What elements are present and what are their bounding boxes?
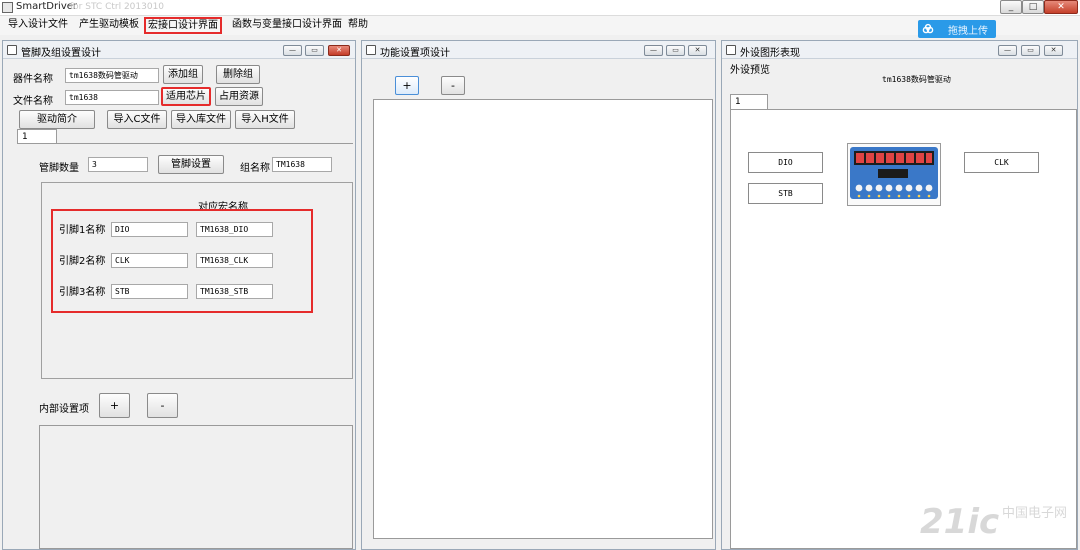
pin-group-panel: 管脚及组设置设计 — ▭ ✕ 器件名称 tm1638数码管驱动 添加组 删除组 … — [2, 40, 356, 550]
upload-label: 拖拽上传 — [948, 26, 988, 37]
tab-1[interactable]: 1 — [17, 129, 57, 144]
panel-close-button[interactable]: ✕ — [1044, 45, 1063, 56]
apply-chip-button[interactable]: 适用芯片 — [161, 87, 211, 106]
pin-dio-box[interactable]: DIO — [748, 152, 823, 173]
import-h-button[interactable]: 导入H文件 — [235, 110, 295, 129]
add-function-button[interactable]: + — [395, 76, 419, 95]
pin-2-macro-input[interactable]: TM1638_CLK — [196, 253, 273, 268]
file-name-input[interactable]: tm1638 — [65, 90, 159, 105]
pin-3-macro-input[interactable]: TM1638_STB — [196, 284, 273, 299]
driver-intro-button[interactable]: 驱动简介 — [19, 110, 95, 129]
pin-2-label: 引脚2名称 — [59, 256, 106, 267]
maximize-button[interactable]: □ — [1022, 0, 1044, 14]
menu-help[interactable]: 帮助 — [346, 17, 370, 34]
app-icon — [2, 2, 13, 13]
panel-window-icon — [726, 45, 736, 55]
function-settings-area[interactable] — [373, 99, 713, 539]
tm1638-module-image — [847, 143, 941, 206]
device-name-input[interactable]: tm1638数码管驱动 — [65, 68, 159, 83]
function-settings-panel: 功能设置项设计 — ▭ ✕ + - — [361, 40, 716, 550]
use-resources-button[interactable]: 占用资源 — [215, 87, 263, 106]
file-name-label: 文件名称 — [13, 96, 53, 107]
panel-close-button[interactable]: ✕ — [688, 45, 707, 56]
pin-1-name-input[interactable]: DIO — [111, 222, 188, 237]
watermark-text: 21ic — [920, 502, 1000, 542]
panel-minimize-button[interactable]: — — [283, 45, 302, 56]
menu-generate-template[interactable]: 产生驱动模板 — [77, 17, 141, 34]
group-name-label: 组名称 — [240, 163, 270, 174]
panel-minimize-button[interactable]: — — [998, 45, 1017, 56]
remove-internal-button[interactable]: - — [147, 393, 178, 418]
pin-3-name-input[interactable]: STB — [111, 284, 188, 299]
tab-divider — [17, 143, 353, 144]
title-bar: SmartDriver for STC Ctrl 2013010 _ □ ✕ — [0, 0, 1080, 16]
internal-settings-label: 内部设置项 — [39, 404, 89, 415]
panel-title-bar: 外设图形表现 — ▭ ✕ — [722, 41, 1077, 59]
group-name-input[interactable]: TM1638 — [272, 157, 332, 172]
menu-function-interface[interactable]: 函数与变量接口设计界面 — [230, 17, 344, 34]
preview-canvas: DIO STB CLK — [730, 109, 1077, 549]
panel-window-icon — [366, 45, 376, 55]
panel-title-bar: 功能设置项设计 — ▭ ✕ — [362, 41, 715, 59]
app-title: SmartDriver — [16, 1, 78, 12]
panel-window-icon — [7, 45, 17, 55]
panel-maximize-button[interactable]: ▭ — [666, 45, 685, 56]
add-group-button[interactable]: 添加组 — [163, 65, 203, 84]
pin-count-input[interactable]: 3 — [88, 157, 148, 172]
device-name-label: 器件名称 — [13, 74, 53, 85]
preview-label: 外设预览 — [730, 65, 770, 76]
panel-maximize-button[interactable]: ▭ — [305, 45, 324, 56]
pin-1-label: 引脚1名称 — [59, 225, 106, 236]
app-subtitle: for STC Ctrl 2013010 — [70, 2, 165, 12]
upload-button[interactable]: 拖拽上传 — [918, 20, 996, 38]
minimize-button[interactable]: _ — [1000, 0, 1022, 14]
panel-close-button[interactable]: ✕ — [328, 45, 350, 56]
peripheral-graphics-panel: 外设图形表现 — ▭ ✕ 外设预览 tm1638数码管驱动 1 DIO STB … — [721, 40, 1078, 550]
panel-title: 功能设置项设计 — [380, 48, 450, 59]
panel-title: 外设图形表现 — [740, 48, 800, 59]
pin-1-macro-input[interactable]: TM1638_DIO — [196, 222, 273, 237]
panel-maximize-button[interactable]: ▭ — [1021, 45, 1040, 56]
remove-function-button[interactable]: - — [441, 76, 465, 95]
pin-count-label: 管脚数量 — [39, 163, 79, 174]
cloud-icon — [922, 23, 934, 34]
menu-macro-interface[interactable]: 宏接口设计界面 — [144, 17, 222, 34]
pin-3-label: 引脚3名称 — [59, 287, 106, 298]
close-button[interactable]: ✕ — [1044, 0, 1078, 14]
pin-2-name-input[interactable]: CLK — [111, 253, 188, 268]
pin-settings-button[interactable]: 管脚设置 — [158, 155, 224, 174]
pin-stb-box[interactable]: STB — [748, 183, 823, 204]
delete-group-button[interactable]: 删除组 — [216, 65, 260, 84]
import-c-button[interactable]: 导入C文件 — [107, 110, 167, 129]
panel-title-bar: 管脚及组设置设计 — ▭ ✕ — [3, 41, 355, 59]
pin-clk-box[interactable]: CLK — [964, 152, 1039, 173]
add-internal-button[interactable]: + — [99, 393, 130, 418]
panel-minimize-button[interactable]: — — [644, 45, 663, 56]
watermark-cn-text: 中国电子网 — [1002, 506, 1068, 521]
preview-tab-1[interactable]: 1 — [730, 94, 768, 109]
preview-title: tm1638数码管驱动 — [882, 75, 951, 84]
menu-import-design[interactable]: 导入设计文件 — [6, 17, 70, 34]
panel-title: 管脚及组设置设计 — [21, 48, 101, 59]
internal-settings-area[interactable] — [39, 425, 353, 549]
import-lib-button[interactable]: 导入库文件 — [171, 110, 231, 129]
watermark-logo: 21ic 中国电子网 — [920, 498, 1070, 548]
